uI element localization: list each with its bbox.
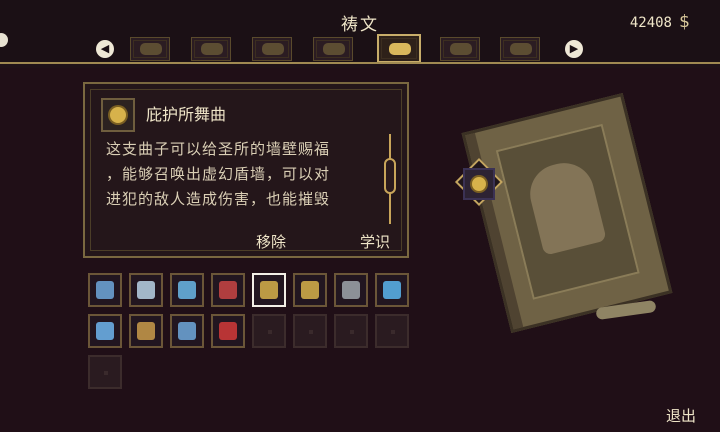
exit-button[interactable]: 退出 [666,405,696,426]
crescent-icon [342,281,360,299]
crescent-prayer[interactable] [334,273,368,307]
spiral-prayer[interactable] [129,273,163,307]
scroll-thumb[interactable] [384,158,396,194]
tab-tower[interactable] [313,37,353,61]
twin-pillar-icon [383,281,401,299]
remove-button[interactable]: 移除 [256,231,286,252]
equipped-prayer-socket[interactable] [454,157,506,209]
currency-amount: 42408 [629,15,672,31]
crimson-burst-prayer[interactable] [211,314,245,348]
sigil-prayer[interactable] [129,314,163,348]
serpent-prayer[interactable] [170,273,204,307]
light-pillar-prayer[interactable] [88,314,122,348]
tab-skull[interactable] [500,37,540,61]
spiral-icon [137,281,155,299]
blade-prayer[interactable] [211,273,245,307]
empty-slot[interactable] [252,314,286,348]
storm-icon [178,322,196,340]
tab-scroll[interactable] [252,37,292,61]
page-title: 祷文 [341,15,379,35]
previous-tab-button[interactable]: ◀ [96,40,114,58]
skull-icon [510,43,532,55]
rune-icon [140,43,162,55]
shrine-orb-icon [101,98,135,132]
tab-rune[interactable] [130,37,170,61]
serpent-icon [178,281,196,299]
prayer-book-illustration [461,92,673,334]
empty-slot[interactable] [293,314,327,348]
tower-icon [323,43,345,55]
altar-prayer[interactable] [293,273,327,307]
light-pillar-icon [96,322,114,340]
wings-icon [201,43,223,55]
empty-slot[interactable] [334,314,368,348]
controller-button-icon [0,33,8,47]
arrows-icon [450,43,472,55]
tab-prayers[interactable] [377,34,421,63]
shrine-orb-prayer[interactable] [252,273,286,307]
currency-icon: $ [679,12,690,32]
scroll-icon [262,43,284,55]
tab-wings[interactable] [191,37,231,61]
lightning-wave-icon [96,281,114,299]
prayer-title: 庇护所舞曲 [146,105,227,124]
equipped-prayer-icon [463,168,495,200]
header-divider [0,62,720,64]
book-cover [461,92,673,334]
lore-button[interactable]: 学识 [360,231,390,252]
prayer-description: 这支曲子可以给圣所的墙壁赐福 ，能够召唤出虚幻盾墙，可以对 进犯的敌人造成伤害，… [106,140,331,208]
book-relief [495,123,640,300]
empty-slot[interactable] [375,314,409,348]
crimson-burst-icon [219,322,237,340]
storm-prayer[interactable] [170,314,204,348]
top-bar: 祷文 42408 $ ◀ ▶ [0,0,720,64]
next-tab-button[interactable]: ▶ [565,40,583,58]
tab-arrows[interactable] [440,37,480,61]
book-icon [389,43,411,55]
lightning-wave-prayer[interactable] [88,273,122,307]
empty-slot[interactable] [88,355,122,389]
blade-icon [219,281,237,299]
description-scrollbar[interactable] [384,134,396,224]
twin-pillar-prayer[interactable] [375,273,409,307]
shrine-orb-icon [260,281,278,299]
altar-icon [301,281,319,299]
sigil-icon [137,322,155,340]
